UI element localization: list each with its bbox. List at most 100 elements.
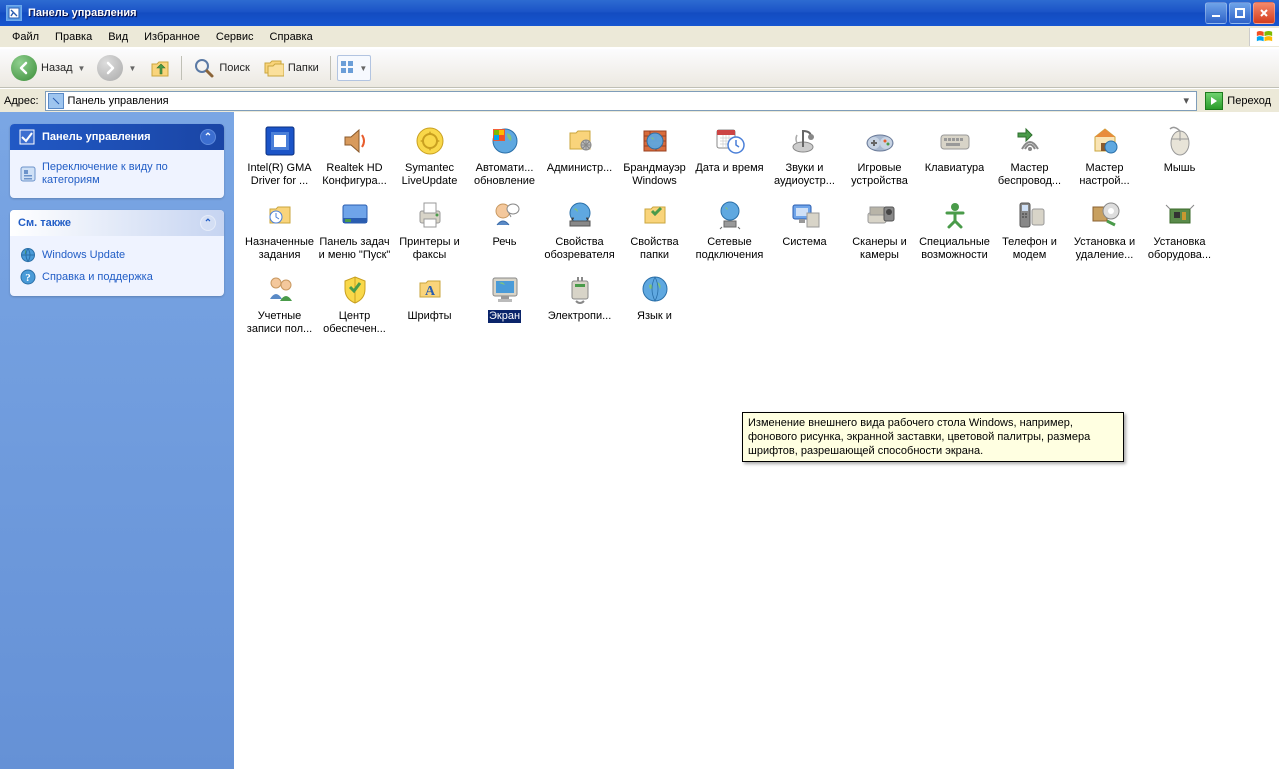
cp-item-display[interactable]: Экран [467,270,542,338]
cp-item-wireless[interactable]: Мастербеспровод... [992,122,1067,190]
item-label: БрандмауэрWindows [623,162,686,188]
chevron-down-icon[interactable]: ▾ [1178,94,1194,107]
back-button[interactable]: Назад ▼ [6,51,90,85]
content-pane: Intel(R) GMADriver for ...Realtek HDКонф… [234,112,1279,769]
up-button[interactable] [143,53,175,83]
intel-icon [263,124,297,158]
cp-item-tasks[interactable]: Назначенныезадания [242,196,317,264]
panel-title: См. также [18,217,71,229]
menu-tools[interactable]: Сервис [208,28,262,46]
cp-item-power[interactable]: Электропи... [542,270,617,338]
back-label: Назад [41,62,73,74]
cp-item-intel[interactable]: Intel(R) GMADriver for ... [242,122,317,190]
cp-item-hardware[interactable]: Установкаоборудова... [1142,196,1217,264]
up-folder-icon [148,57,170,79]
display-icon [488,272,522,306]
chevron-down-icon: ▼ [359,64,367,73]
users-icon [263,272,297,306]
cp-item-taskbar[interactable]: Панель задачи меню "Пуск" [317,196,392,264]
cp-item-system[interactable]: Система [767,196,842,264]
tooltip: Изменение внешнего вида рабочего стола W… [742,412,1124,462]
cp-item-datetime[interactable]: Дата и время [692,122,767,190]
chevron-down-icon: ▼ [78,64,86,73]
speaker-icon [338,124,372,158]
menu-favorites[interactable]: Избранное [136,28,208,46]
speech-icon [488,198,522,232]
cp-item-netconn[interactable]: Сетевыеподключения [692,196,767,264]
cp-item-sound[interactable]: Звуки иаудиоустр... [767,122,842,190]
cp-item-mouse[interactable]: Мышь [1142,122,1217,190]
cp-item-folderopt[interactable]: Свойствапапки [617,196,692,264]
address-label: Адрес: [4,95,41,107]
item-label: Realtek HDКонфигура... [322,162,387,188]
cp-item-game[interactable]: Игровыеустройства [842,122,917,190]
update-icon [413,124,447,158]
system-icon [788,198,822,232]
printer-icon [413,198,447,232]
item-label: Телефон имодем [1002,236,1057,262]
item-label: Речь [492,236,516,249]
cp-item-firewall[interactable]: БрандмауэрWindows [617,122,692,190]
panel-header-seealso[interactable]: См. также ⌃ [10,210,224,236]
cp-item-scanner[interactable]: Сканеры икамеры [842,196,917,264]
views-icon [340,60,358,76]
cp-item-region[interactable]: Язык и [617,270,692,338]
go-button[interactable]: Переход [1201,91,1275,111]
cp-item-admin[interactable]: Администр... [542,122,617,190]
sidebar-panel-seealso: См. также ⌃ Windows Update ? Справка и п… [10,210,224,296]
windows-flag-icon [1249,28,1279,46]
menu-bar: Файл Правка Вид Избранное Сервис Справка [0,26,1279,48]
cp-item-speaker[interactable]: Realtek HDКонфигура... [317,122,392,190]
cp-item-security[interactable]: Центробеспечен... [317,270,392,338]
search-button[interactable]: Поиск [188,53,254,83]
panel-header-control[interactable]: Панель управления ⌃ [10,124,224,150]
title-bar: Панель управления [0,0,1279,26]
item-label: Свойстваобозревателя [544,236,614,262]
close-button[interactable] [1253,2,1275,24]
toolbar: Назад ▼ ▼ Поиск Папки ▼ [0,48,1279,88]
address-input[interactable]: Панель управления ▾ [45,91,1198,111]
firewall-icon [638,124,672,158]
cp-item-fonts[interactable]: Шрифты [392,270,467,338]
globe-icon [20,247,36,263]
icon-grid: Intel(R) GMADriver for ...Realtek HDКонф… [242,122,1271,344]
menu-edit[interactable]: Правка [47,28,100,46]
switch-view-link[interactable]: Переключение к виду по категориям [20,158,214,190]
sidebar-panel-control: Панель управления ⌃ Переключение к виду … [10,124,224,198]
cp-item-addremove[interactable]: Установка иудаление... [1067,196,1142,264]
window-icon [6,5,22,21]
minimize-button[interactable] [1205,2,1227,24]
folders-button[interactable]: Папки [257,53,324,83]
address-value: Панель управления [68,95,1179,107]
item-label: Мастербеспровод... [998,162,1061,188]
menu-view[interactable]: Вид [100,28,136,46]
cp-item-netwiz[interactable]: Мастернастрой... [1067,122,1142,190]
scanner-icon [863,198,897,232]
maximize-button[interactable] [1229,2,1251,24]
help-link[interactable]: ? Справка и поддержка [20,266,214,288]
cp-item-update[interactable]: SymantecLiveUpdate [392,122,467,190]
power-icon [563,272,597,306]
cp-item-printer[interactable]: Принтеры ифаксы [392,196,467,264]
item-label: SymantecLiveUpdate [402,162,458,188]
menu-file[interactable]: Файл [4,28,47,46]
item-label: Центробеспечен... [323,310,386,336]
item-label: Звуки иаудиоустр... [774,162,835,188]
cp-item-inetopt[interactable]: Свойстваобозревателя [542,196,617,264]
cp-item-phone[interactable]: Телефон имодем [992,196,1067,264]
menu-help[interactable]: Справка [262,28,321,46]
address-bar: Адрес: Панель управления ▾ Переход [0,88,1279,112]
forward-button[interactable]: ▼ [92,51,141,85]
cp-item-keyboard[interactable]: Клавиатура [917,122,992,190]
cp-item-speech[interactable]: Речь [467,196,542,264]
windows-update-link[interactable]: Windows Update [20,244,214,266]
views-button[interactable]: ▼ [337,55,371,81]
cp-item-globe[interactable]: Автомати...обновление [467,122,542,190]
region-icon [638,272,672,306]
cp-item-access[interactable]: Специальныевозможности [917,196,992,264]
wireless-icon [1013,124,1047,158]
cp-item-users[interactable]: Учетныезаписи пол... [242,270,317,338]
mouse-icon [1163,124,1197,158]
toolbar-separator [330,56,331,80]
help-icon: ? [20,269,36,285]
